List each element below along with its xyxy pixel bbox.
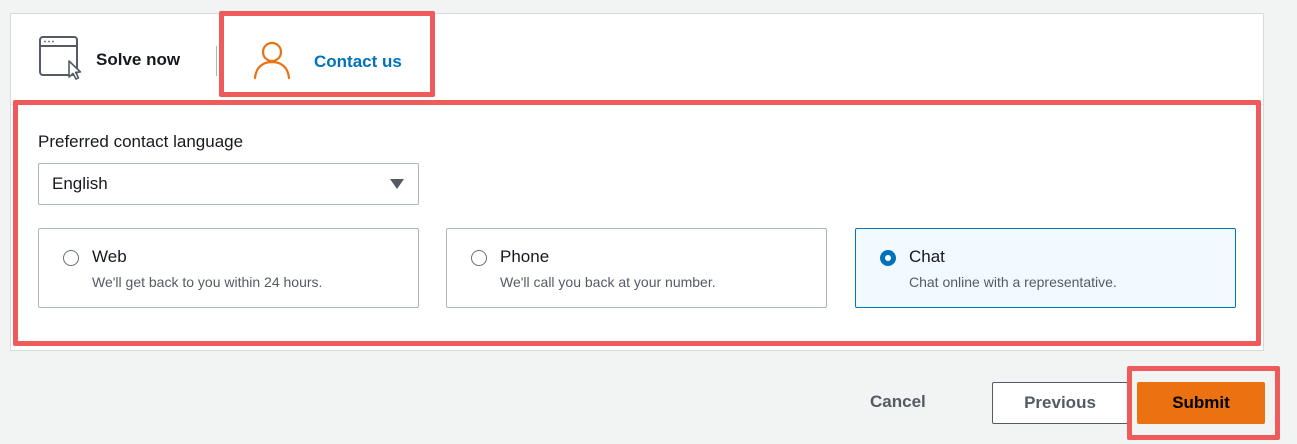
contact-option-web[interactable]: Web We'll get back to you within 24 hour… xyxy=(38,228,419,308)
previous-button[interactable]: Previous xyxy=(992,382,1128,424)
radio-chat[interactable] xyxy=(880,250,896,266)
submit-button[interactable]: Submit xyxy=(1137,382,1265,424)
tab-divider xyxy=(216,46,217,76)
caret-down-icon xyxy=(390,179,404,189)
active-tab-indicator xyxy=(219,100,435,104)
language-select[interactable]: English xyxy=(38,163,419,205)
contact-option-chat[interactable]: Chat Chat online with a representative. xyxy=(855,228,1236,308)
tab-solve-now-label: Solve now xyxy=(96,50,181,69)
language-select-value: English xyxy=(52,174,108,193)
contact-option-phone[interactable]: Phone We'll call you back at your number… xyxy=(446,228,827,308)
radio-web[interactable] xyxy=(63,250,79,266)
option-description: We'll call you back at your number. xyxy=(500,274,716,290)
option-title: Chat xyxy=(909,247,945,266)
radio-phone[interactable] xyxy=(471,250,487,266)
option-title: Phone xyxy=(500,247,550,266)
option-title: Web xyxy=(92,247,127,266)
tab-contact-us[interactable]: Contact us xyxy=(252,40,402,84)
tab-bar-border xyxy=(11,104,1263,105)
tab-contact-us-label: Contact us xyxy=(314,52,402,71)
window-cursor-icon xyxy=(39,35,83,85)
option-description: Chat online with a representative. xyxy=(909,274,1117,290)
tab-solve-now[interactable]: Solve now xyxy=(39,35,181,85)
option-description: We'll get back to you within 24 hours. xyxy=(92,274,323,290)
language-label: Preferred contact language xyxy=(38,132,244,151)
user-icon xyxy=(252,40,292,85)
cancel-button[interactable]: Cancel xyxy=(870,382,926,422)
